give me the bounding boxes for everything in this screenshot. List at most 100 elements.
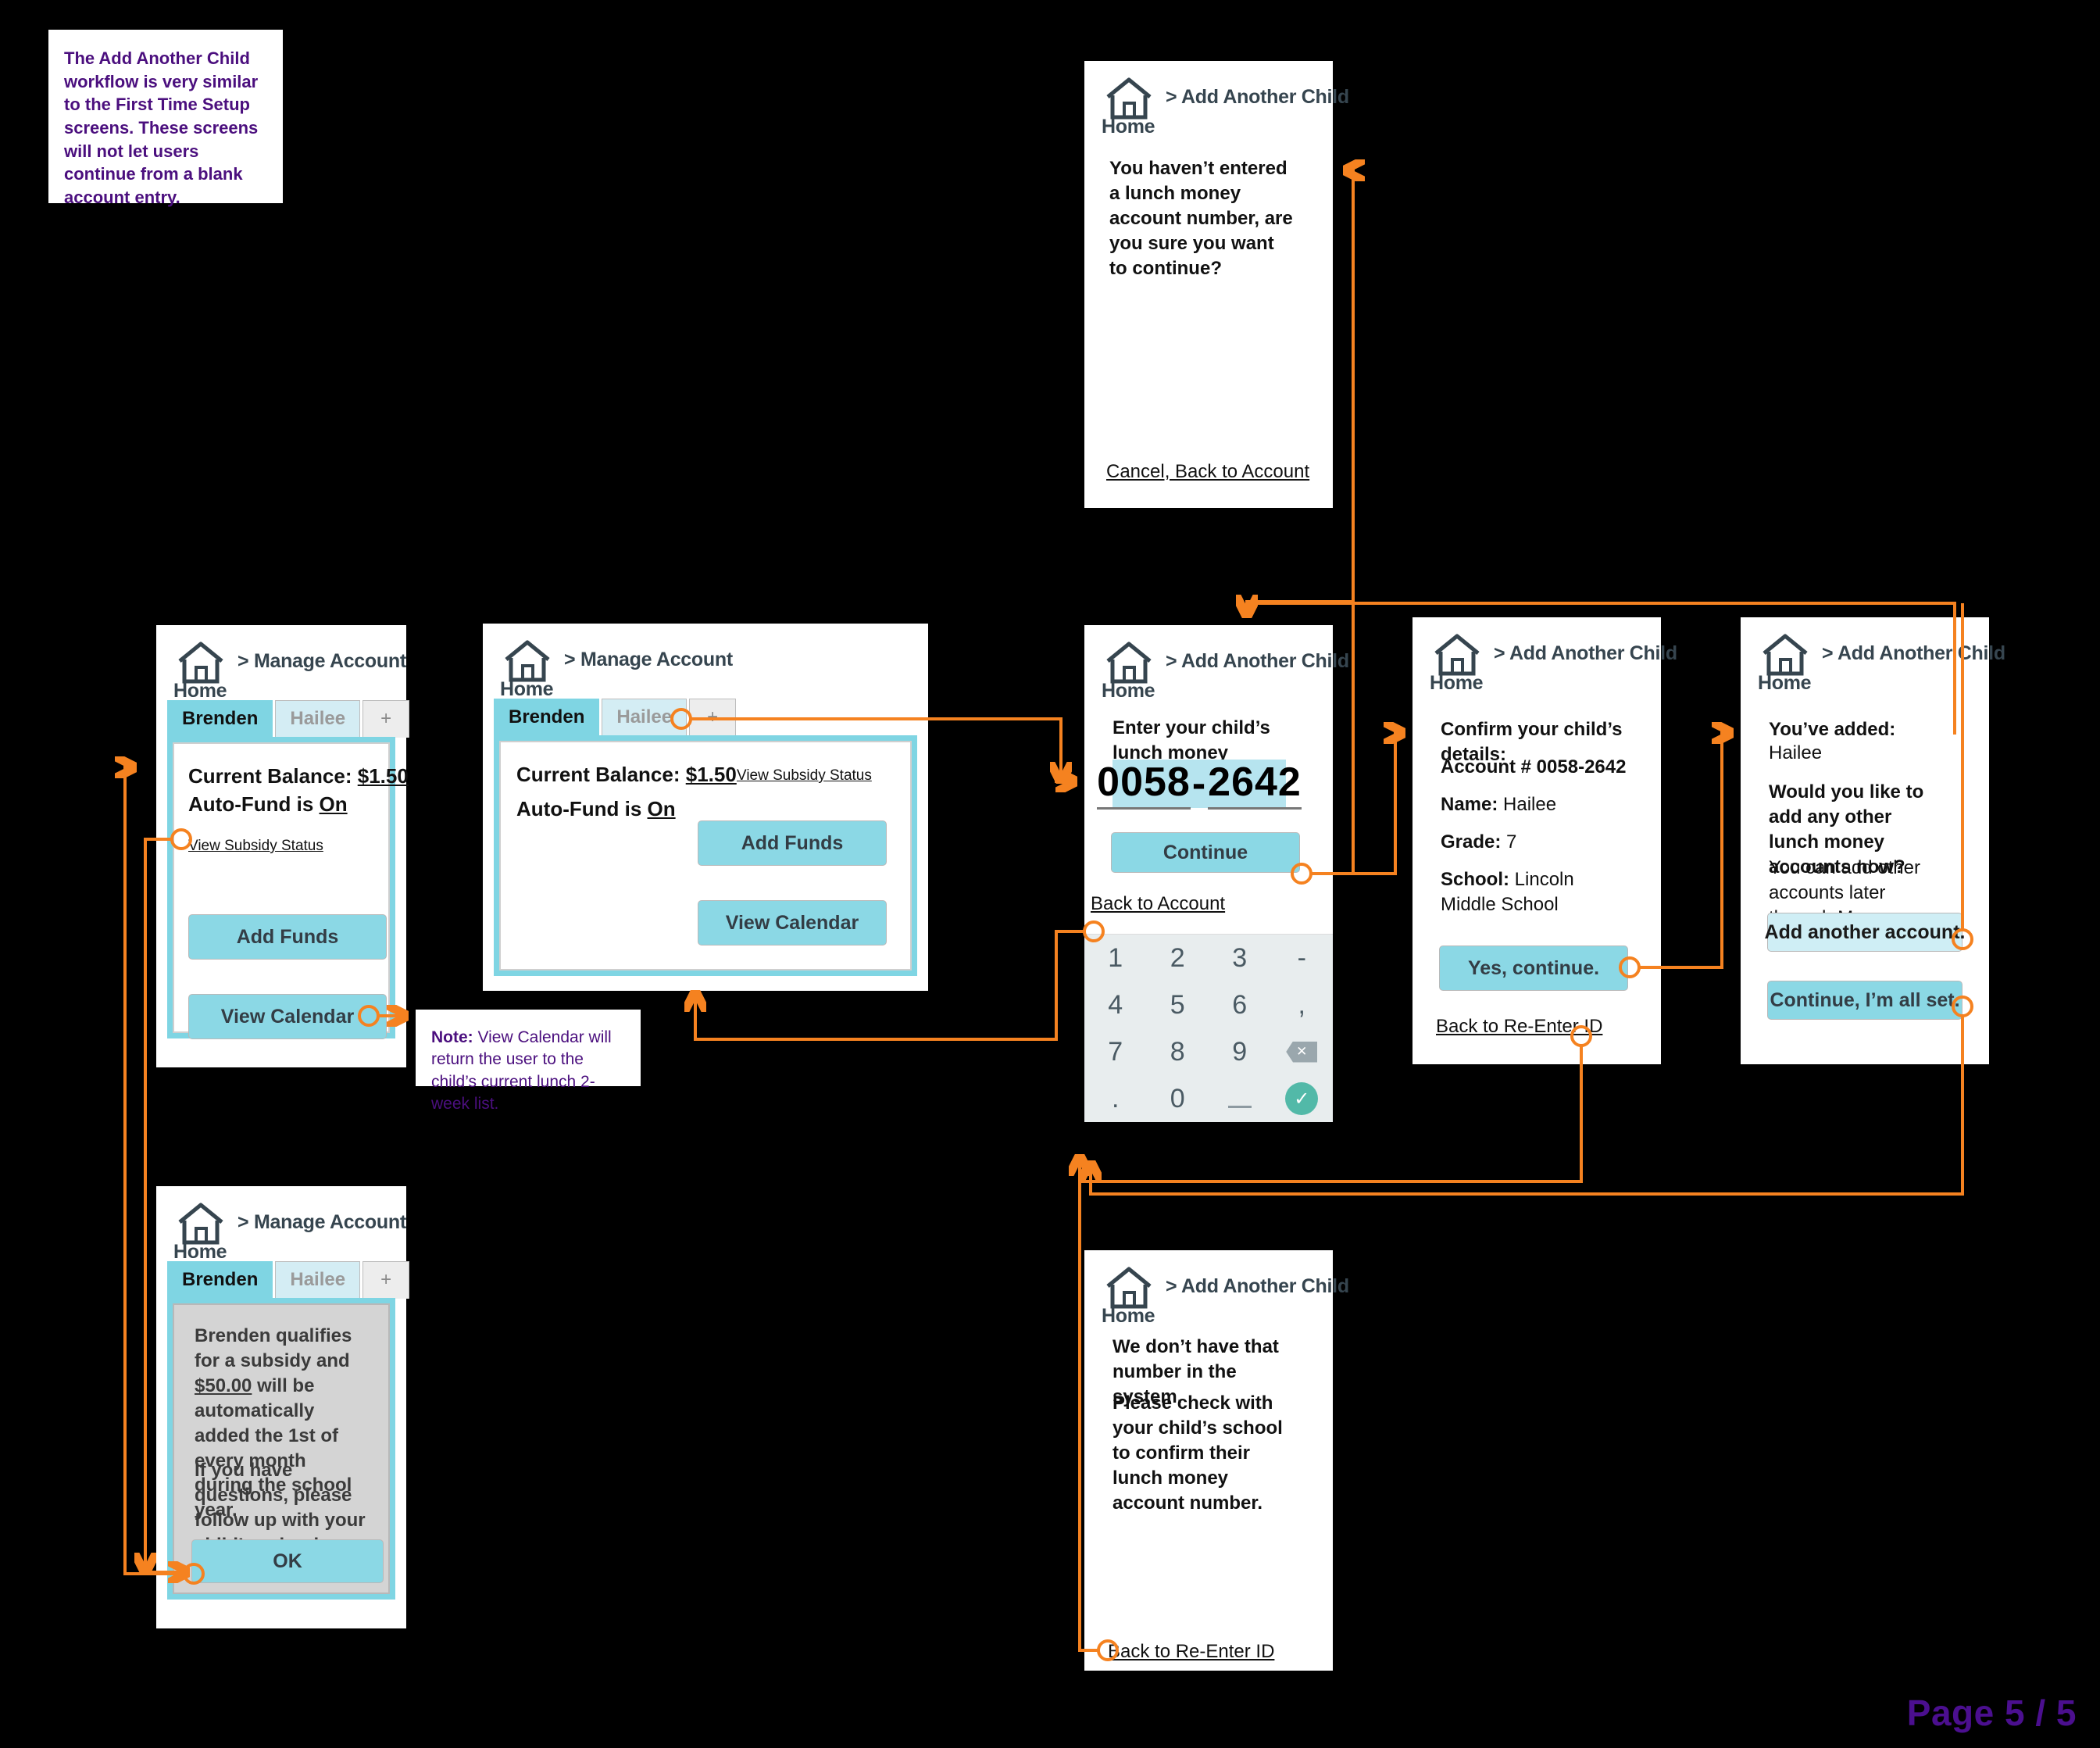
- current-balance-label: Current Balance:: [188, 764, 358, 788]
- current-balance-value: $1.50: [357, 764, 409, 788]
- subsidy-ok-button[interactable]: OK: [191, 1539, 384, 1583]
- auto-fund-label: Auto-Fund is: [188, 792, 320, 816]
- key-4[interactable]: 4: [1108, 990, 1123, 1021]
- tab-brenden[interactable]: Brenden: [494, 699, 600, 736]
- view-calendar-button[interactable]: View Calendar: [188, 994, 387, 1039]
- header: Home > Add Another Child: [1084, 61, 1349, 138]
- numeric-keypad[interactable]: 1 2 3 - 4 5 6 , 7 8 9 ✕ . 0 ✓: [1084, 934, 1333, 1122]
- screen-number-not-found: Home > Add Another Child We don’t have t…: [1084, 1250, 1349, 1671]
- check-icon: ✓: [1285, 1082, 1319, 1115]
- view-calendar-button[interactable]: View Calendar: [698, 900, 887, 945]
- add-another-account-button[interactable]: Add another account.: [1765, 913, 1965, 952]
- child-school-label: School:: [1441, 869, 1509, 890]
- screen-enter-account: Home > Add Another Child Enter your chil…: [1084, 625, 1349, 1122]
- child-name-value: Hailee: [1498, 794, 1557, 815]
- screen-blank-entry-warning: Home > Add Another Child You haven’t ent…: [1084, 61, 1349, 508]
- child-grade-row: Grade: 7: [1441, 830, 1644, 855]
- screen-confirm-details: Home > Add Another Child Confirm your ch…: [1412, 617, 1677, 1064]
- home-label[interactable]: Home: [1102, 1305, 1155, 1328]
- tab-hailee[interactable]: Hailee: [275, 1261, 361, 1299]
- back-to-re-enter-id-link[interactable]: Back to Re-Enter ID: [1436, 1016, 1602, 1038]
- continue-button[interactable]: Continue: [1111, 832, 1300, 873]
- auto-fund-value: On: [319, 792, 348, 816]
- wireflow-canvas: The Add Another Child workflow is very s…: [0, 0, 2100, 1748]
- home-label[interactable]: Home: [500, 678, 554, 701]
- breadcrumb: > Manage Account: [238, 1211, 406, 1233]
- header: Home > Manage Account: [156, 1186, 406, 1264]
- account-part-1: 0058: [1097, 759, 1191, 810]
- tab-brenden[interactable]: Brenden: [167, 700, 273, 738]
- header: Home > Add Another Child: [1741, 617, 2005, 695]
- current-balance: Current Balance: $1.50: [516, 763, 737, 787]
- screen-added-confirmation: Home > Add Another Child You’ve added: H…: [1741, 617, 2005, 1064]
- child-grade-value: 7: [1501, 831, 1517, 853]
- header: Home > Add Another Child: [1084, 625, 1349, 702]
- home-label[interactable]: Home: [173, 680, 227, 702]
- header: Home > Manage Account: [483, 624, 928, 701]
- calendar-note: Note: View Calendar will return the user…: [416, 1010, 641, 1113]
- key-1[interactable]: 1: [1108, 943, 1123, 974]
- key-8[interactable]: 8: [1170, 1037, 1185, 1067]
- auto-fund-label: Auto-Fund is: [516, 797, 648, 820]
- home-label[interactable]: Home: [1758, 672, 1812, 695]
- key-5[interactable]: 5: [1170, 990, 1185, 1021]
- back-to-account-link[interactable]: Back to Account: [1091, 893, 1225, 915]
- add-funds-button[interactable]: Add Funds: [698, 820, 887, 866]
- account-panel: Current Balance: $1.50 Auto-Fund is On V…: [167, 737, 409, 1039]
- current-balance: Current Balance: $1.50: [188, 764, 409, 788]
- home-label[interactable]: Home: [173, 1241, 227, 1264]
- breadcrumb: > Add Another Child: [1166, 86, 1349, 108]
- key-backspace[interactable]: ✕: [1286, 1041, 1318, 1063]
- not-found-message-2: Please check with your child’s school to…: [1112, 1392, 1283, 1514]
- key-2[interactable]: 2: [1170, 943, 1185, 974]
- tab-hailee[interactable]: Hailee: [275, 700, 361, 738]
- breadcrumb: > Add Another Child: [1166, 1275, 1349, 1297]
- subsidy-panel: Brenden qualifies for a subsidy and $50.…: [167, 1298, 395, 1600]
- breadcrumb: > Add Another Child: [1822, 642, 2005, 664]
- intro-note-text: The Add Another Child workflow is very s…: [64, 48, 259, 208]
- account-number-input[interactable]: 0058-2642: [1097, 760, 1302, 810]
- key-underscore[interactable]: [1227, 1098, 1252, 1108]
- auto-fund-status: Auto-Fund is On: [516, 797, 676, 821]
- key-7[interactable]: 7: [1108, 1037, 1123, 1067]
- view-subsidy-status-link[interactable]: View Subsidy Status: [737, 767, 872, 785]
- key-period[interactable]: .: [1112, 1084, 1119, 1114]
- back-to-re-enter-id-link[interactable]: Back to Re-Enter ID: [1108, 1641, 1274, 1663]
- view-subsidy-status-link[interactable]: View Subsidy Status: [188, 838, 323, 855]
- header: Home > Add Another Child: [1084, 1250, 1349, 1328]
- breadcrumb: > Manage Account: [238, 650, 406, 672]
- auto-fund-status: Auto-Fund is On: [188, 792, 348, 817]
- key-9[interactable]: 9: [1232, 1037, 1247, 1067]
- tab-hailee[interactable]: Hailee: [602, 699, 688, 736]
- auto-fund-value: On: [647, 797, 676, 820]
- yes-continue-button[interactable]: Yes, continue.: [1439, 945, 1628, 991]
- continue-all-set-button[interactable]: Continue, I’m all set.: [1767, 981, 1962, 1020]
- tab-add-child[interactable]: +: [362, 1261, 410, 1299]
- tab-add-child[interactable]: +: [362, 700, 410, 738]
- header: Home > Add Another Child: [1412, 617, 1677, 695]
- home-label[interactable]: Home: [1430, 672, 1484, 695]
- screen-manage-account-2: Home > Manage Account Brenden Hailee + C…: [483, 624, 928, 991]
- child-grade-label: Grade:: [1441, 831, 1502, 853]
- home-label[interactable]: Home: [1102, 680, 1155, 702]
- account-part-2: 2642: [1208, 759, 1302, 810]
- add-funds-button[interactable]: Add Funds: [188, 914, 387, 960]
- breadcrumb: > Add Another Child: [1494, 642, 1677, 664]
- tab-add-child[interactable]: +: [689, 699, 737, 736]
- account-number-line: Account # 0058-2642: [1441, 756, 1627, 777]
- calendar-note-prefix: Note:: [431, 1028, 473, 1046]
- cancel-back-to-account-link[interactable]: Cancel, Back to Account: [1106, 461, 1309, 483]
- key-dash[interactable]: -: [1298, 943, 1306, 974]
- key-6[interactable]: 6: [1232, 990, 1247, 1021]
- key-0[interactable]: 0: [1170, 1084, 1185, 1114]
- key-3[interactable]: 3: [1232, 943, 1247, 974]
- key-comma[interactable]: ,: [1298, 990, 1305, 1021]
- key-submit[interactable]: ✓: [1285, 1082, 1319, 1115]
- intro-note: The Add Another Child workflow is very s…: [48, 30, 283, 207]
- home-label[interactable]: Home: [1102, 116, 1155, 138]
- child-name-label: Name:: [1441, 794, 1498, 815]
- tab-brenden[interactable]: Brenden: [167, 1261, 273, 1299]
- child-school-row: School: Lincoln Middle School: [1441, 867, 1620, 917]
- breadcrumb: > Manage Account: [564, 649, 733, 670]
- underscore-icon: [1227, 1105, 1252, 1108]
